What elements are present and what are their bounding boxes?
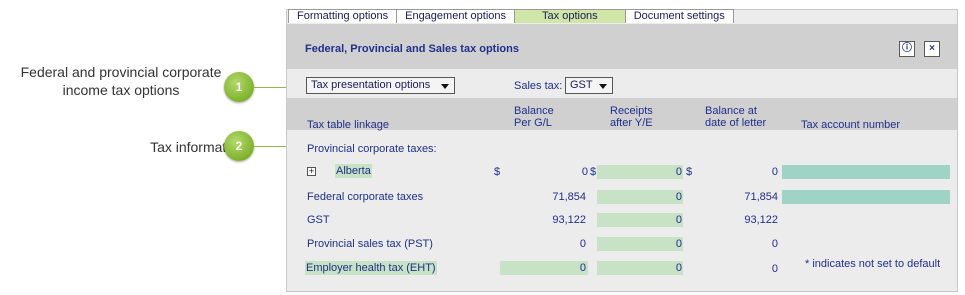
federal-tax-account-field[interactable] — [782, 190, 950, 204]
gst-label: GST — [307, 214, 330, 226]
column-header-balance-letter-line1: Balance at — [705, 105, 757, 117]
eht-label: Employer health tax (EHT) — [305, 261, 437, 275]
column-header-balance-letter: Balance at date of letter — [705, 105, 766, 129]
sales-tax-dropdown[interactable]: GST — [565, 77, 613, 94]
column-header-balance-letter-line2: date of letter — [705, 117, 767, 129]
chevron-down-icon — [441, 84, 449, 89]
eht-balance-letter: 0 — [771, 263, 778, 275]
column-header-balance-gl-line2: Per G/L — [514, 117, 552, 129]
panel-title-bar: Federal, Provincial and Sales tax option… — [287, 24, 957, 69]
federal-balance-letter: 71,854 — [744, 191, 778, 203]
tab-engagement-options[interactable]: Engagement options — [396, 9, 516, 23]
tab-tax-options[interactable]: Tax options — [514, 9, 626, 23]
alberta-currency-receipts: $ — [590, 166, 597, 178]
gst-receipts-value: 0 — [675, 214, 682, 226]
column-header-account: Tax account number — [801, 119, 901, 131]
pst-receipts-value: 0 — [675, 238, 682, 250]
callout-1-text: Federal and provincial corporate income … — [0, 63, 242, 99]
pst-label: Provincial sales tax (PST) — [307, 238, 433, 250]
eht-receipts-value: 0 — [675, 262, 682, 274]
alberta-tax-account-field[interactable] — [782, 165, 950, 179]
panel-title: Federal, Provincial and Sales tax option… — [305, 43, 519, 55]
eht-balance-gl: 0 — [579, 262, 586, 274]
alberta-currency-letter: $ — [686, 166, 693, 178]
callout-2-text: Tax information — [150, 139, 245, 155]
pst-balance-gl: 0 — [579, 238, 586, 250]
column-header-receipts-line1: Receipts — [610, 105, 653, 117]
column-header-linkage: Tax table linkage — [307, 119, 389, 131]
tax-presentation-label: Tax presentation options — [311, 79, 431, 91]
expand-icon[interactable]: + — [307, 167, 316, 176]
tax-presentation-dropdown[interactable]: Tax presentation options — [306, 77, 455, 94]
close-icon[interactable]: × — [924, 41, 940, 57]
alberta-balance-gl: 0 — [581, 166, 588, 178]
alberta-label: Alberta — [335, 164, 372, 178]
federal-receipts-value: 0 — [675, 191, 682, 203]
alberta-currency-gl: $ — [494, 166, 501, 178]
callout-badge-1: 1 — [224, 72, 254, 102]
alberta-link[interactable]: Alberta — [335, 164, 372, 178]
alberta-balance-letter: 0 — [771, 166, 778, 178]
federal-balance-gl: 71,854 — [552, 191, 586, 203]
column-header-balance-gl-line1: Balance — [514, 105, 554, 117]
callout-badge-2: 2 — [224, 131, 254, 161]
column-header-receipts: Receipts after Y/E — [610, 105, 653, 129]
callout-1-line2: income tax options — [62, 82, 180, 98]
tab-document-settings[interactable]: Document settings — [624, 9, 734, 23]
default-footnote: * indicates not set to default — [805, 258, 941, 270]
provincial-taxes-heading: Provincial corporate taxes: — [307, 143, 437, 155]
gst-balance-gl: 93,122 — [552, 214, 586, 226]
column-header-balance-gl: Balance Per G/L — [514, 105, 554, 129]
callout-1-line1: Federal and provincial corporate — [20, 64, 222, 80]
tab-formatting-options[interactable]: Formatting options — [288, 9, 398, 23]
federal-label: Federal corporate taxes — [307, 191, 424, 203]
column-header-receipts-line2: after Y/E — [610, 117, 653, 129]
chevron-down-icon — [599, 84, 607, 89]
eht-link[interactable]: Employer health tax (EHT) — [305, 261, 437, 275]
info-icon[interactable]: ⓘ — [899, 41, 915, 57]
tab-bar: Formatting options Engagement options Ta… — [288, 9, 734, 23]
sales-tax-label: Sales tax: — [514, 80, 563, 92]
pst-balance-letter: 0 — [771, 238, 778, 250]
gst-balance-letter: 93,122 — [744, 214, 778, 226]
alberta-receipts-value: 0 — [675, 166, 682, 178]
sales-tax-value: GST — [570, 79, 593, 91]
